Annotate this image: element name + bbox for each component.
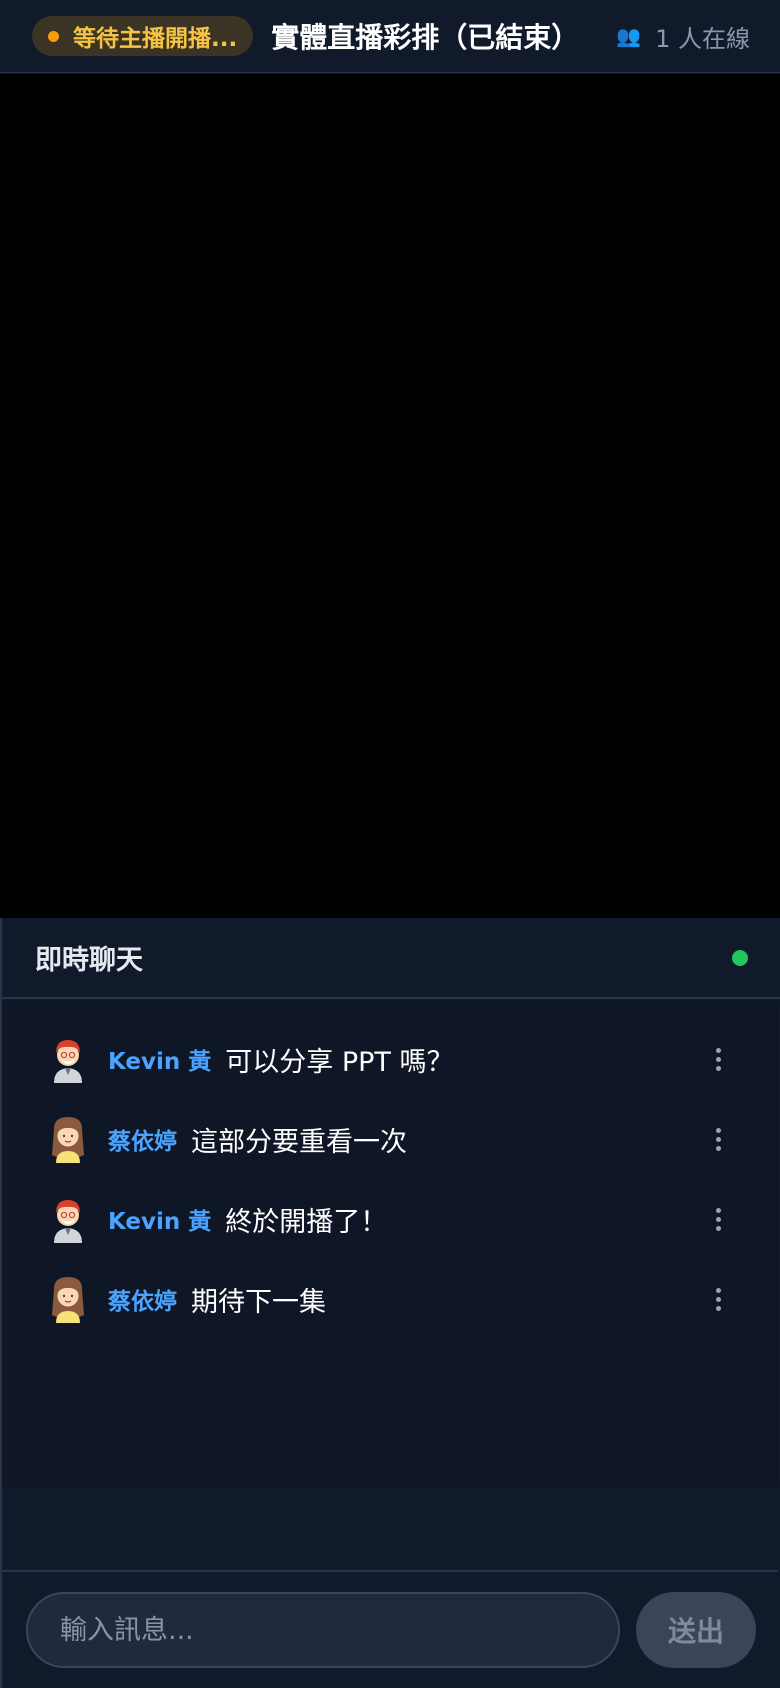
message-author[interactable]: Kevin 黃 — [108, 1202, 211, 1236]
more-options-icon[interactable] — [708, 1284, 728, 1314]
stream-status-label: 等待主播開播... — [73, 26, 238, 52]
viewer-count: 👥 1 人在線 — [616, 19, 750, 54]
online-status-icon — [732, 949, 748, 966]
more-options-icon[interactable] — [708, 1204, 728, 1234]
stream-title: 實體直播彩排（已結束） — [271, 21, 580, 54]
message-author[interactable]: Kevin 黃 — [108, 1042, 211, 1076]
status-dot-icon — [48, 30, 59, 42]
message-text: 可以分享 PPT 嗎？ — [225, 1046, 454, 1078]
chat-message: 蔡依婷 這部分要重看一次 — [2, 1099, 778, 1179]
woman-avatar-icon — [52, 1277, 84, 1323]
man-avatar-icon — [54, 1200, 82, 1243]
users-icon: 👥 — [616, 24, 642, 48]
message-composer: 送出 — [2, 1570, 778, 1688]
chat-header: 即時聊天 — [2, 918, 780, 999]
send-button[interactable]: 送出 — [636, 1592, 756, 1668]
chat-message: 蔡依婷 期待下一集 — [2, 1259, 778, 1339]
more-options-icon[interactable] — [708, 1124, 728, 1154]
video-player[interactable] — [0, 74, 780, 918]
message-text: 這部分要重看一次 — [191, 1126, 407, 1158]
chat-panel: 即時聊天 Kevin 黃 可以分享 PPT 嗎？ 蔡依婷 這部分要重看一次 Ke… — [0, 918, 780, 1688]
message-text: 期待下一集 — [191, 1286, 326, 1318]
message-text: 終於開播了！ — [225, 1206, 388, 1238]
chat-title: 即時聊天 — [35, 945, 143, 976]
viewer-count-text: 1 人在線 — [655, 24, 750, 53]
chat-message: Kevin 黃 終於開播了！ — [2, 1179, 778, 1259]
more-options-icon[interactable] — [708, 1044, 728, 1074]
chat-message: Kevin 黃 可以分享 PPT 嗎？ — [2, 1019, 778, 1099]
message-author[interactable]: 蔡依婷 — [108, 1122, 177, 1156]
top-bar: 等待主播開播... 實體直播彩排（已結束） 👥 1 人在線 — [0, 0, 780, 73]
woman-avatar-icon — [52, 1117, 84, 1163]
message-input[interactable] — [26, 1592, 620, 1668]
stream-status-badge: 等待主播開播... — [32, 16, 254, 56]
message-list[interactable]: Kevin 黃 可以分享 PPT 嗎？ 蔡依婷 這部分要重看一次 Kevin 黃… — [2, 1001, 778, 1487]
man-avatar-icon — [54, 1040, 82, 1083]
message-author[interactable]: 蔡依婷 — [108, 1282, 177, 1316]
